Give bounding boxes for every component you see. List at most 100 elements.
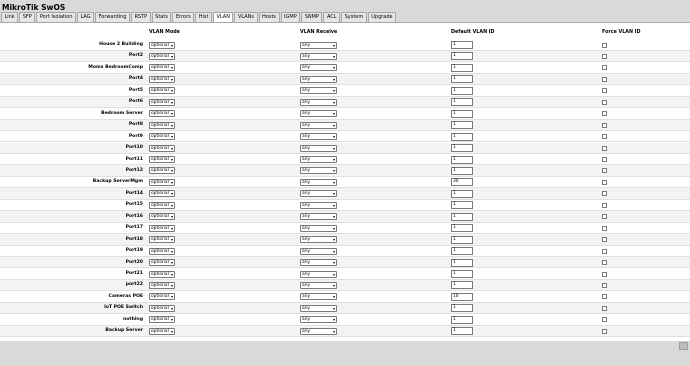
vlan-receive-select[interactable]: any ▾ — [300, 156, 337, 163]
vlan-receive-select[interactable]: any ▾ — [300, 75, 337, 83]
vlan-receive-select[interactable]: any ▾ — [300, 190, 337, 198]
vlan-mode-select[interactable]: optional ▾ — [149, 110, 175, 118]
vlan-receive-select[interactable]: any ▾ — [300, 316, 337, 324]
force-vlan-id-checkbox[interactable] — [602, 42, 607, 48]
vlan-receive-select[interactable]: any ▾ — [300, 110, 337, 118]
vlan-mode-select[interactable]: optional ▾ — [149, 178, 175, 186]
vlan-receive-select[interactable]: any ▾ — [300, 236, 337, 244]
default-vlan-id-input[interactable]: 1 — [451, 166, 473, 175]
vlan-mode-select[interactable]: optional ▾ — [149, 236, 175, 244]
tab-port-isolation[interactable]: Port Isolation — [36, 12, 76, 22]
force-vlan-id-checkbox[interactable] — [602, 111, 607, 117]
vlan-receive-select[interactable]: any ▾ — [300, 270, 337, 278]
force-vlan-id-checkbox[interactable] — [602, 248, 607, 254]
force-vlan-id-checkbox[interactable] — [602, 122, 607, 128]
vlan-mode-select[interactable]: optional ▾ — [149, 224, 175, 232]
tab-lag[interactable]: LAG — [77, 12, 95, 22]
default-vlan-id-input[interactable]: 1 — [451, 189, 473, 198]
default-vlan-id-input[interactable]: 1 — [451, 86, 473, 95]
vlan-receive-select[interactable]: any ▾ — [300, 167, 337, 175]
vlan-mode-select[interactable]: optional ▾ — [149, 270, 175, 278]
default-vlan-id-input[interactable]: 1 — [451, 109, 473, 118]
vlan-mode-select[interactable]: optional ▾ — [149, 247, 175, 255]
vlan-receive-select[interactable]: any ▾ — [300, 201, 337, 209]
tab-link[interactable]: Link — [1, 12, 19, 22]
tab-stats[interactable]: Stats — [151, 12, 172, 22]
default-vlan-id-input[interactable]: 1 — [451, 63, 473, 72]
vlan-mode-select[interactable]: optional ▾ — [149, 144, 175, 152]
vlan-receive-select[interactable]: any ▾ — [300, 133, 337, 141]
default-vlan-id-input[interactable]: 10 — [451, 292, 473, 301]
tab-hist[interactable]: Hist — [195, 12, 212, 22]
vlan-receive-select[interactable]: any ▾ — [300, 327, 337, 335]
vlan-mode-select[interactable]: optional ▾ — [149, 201, 175, 209]
default-vlan-id-input[interactable]: 1 — [451, 41, 473, 49]
vlan-receive-select[interactable]: any ▾ — [300, 213, 337, 221]
force-vlan-id-checkbox[interactable] — [602, 282, 607, 288]
vlan-mode-select[interactable]: optional ▾ — [149, 281, 175, 289]
force-vlan-id-checkbox[interactable] — [602, 237, 607, 243]
force-vlan-id-checkbox[interactable] — [602, 179, 607, 185]
vlan-mode-select[interactable]: optional ▾ — [149, 293, 175, 301]
force-vlan-id-checkbox[interactable] — [602, 294, 607, 300]
force-vlan-id-checkbox[interactable] — [602, 271, 607, 277]
vlan-mode-select[interactable]: optional ▾ — [149, 190, 175, 198]
default-vlan-id-input[interactable]: 30 — [451, 178, 473, 187]
tab-hosts[interactable]: Hosts — [258, 12, 280, 22]
default-vlan-id-input[interactable]: 1 — [451, 327, 473, 336]
vlan-mode-select[interactable]: optional ▾ — [149, 121, 175, 129]
tab-snmp[interactable]: SNMP — [301, 12, 323, 22]
force-vlan-id-checkbox[interactable] — [602, 260, 607, 266]
vlan-mode-select[interactable]: optional ▾ — [149, 327, 175, 335]
vlan-receive-select[interactable]: any ▾ — [300, 64, 337, 72]
vlan-mode-select[interactable]: optional ▾ — [149, 259, 175, 267]
default-vlan-id-input[interactable]: 1 — [451, 224, 473, 233]
force-vlan-id-checkbox[interactable] — [602, 76, 607, 82]
force-vlan-id-checkbox[interactable] — [602, 168, 607, 174]
force-vlan-id-checkbox[interactable] — [602, 88, 607, 94]
vlan-mode-select[interactable]: optional ▾ — [149, 167, 175, 175]
default-vlan-id-input[interactable]: 1 — [451, 258, 473, 267]
vlan-mode-select[interactable]: optional ▾ — [149, 41, 175, 49]
vlan-receive-select[interactable]: any ▾ — [300, 41, 337, 49]
vlan-mode-select[interactable]: optional ▾ — [149, 156, 175, 163]
default-vlan-id-input[interactable]: 1 — [451, 212, 473, 221]
force-vlan-id-checkbox[interactable] — [602, 328, 607, 334]
vlan-receive-select[interactable]: any ▾ — [300, 224, 337, 232]
scroll-button[interactable] — [679, 342, 688, 350]
vlan-receive-select[interactable]: any ▾ — [300, 281, 337, 289]
vlan-mode-select[interactable]: optional ▾ — [149, 304, 175, 312]
vlan-receive-select[interactable]: any ▾ — [300, 178, 337, 186]
vlan-receive-select[interactable]: any ▾ — [300, 98, 337, 106]
default-vlan-id-input[interactable]: 1 — [451, 52, 473, 61]
vlan-receive-select[interactable]: any ▾ — [300, 259, 337, 267]
force-vlan-id-checkbox[interactable] — [602, 145, 607, 151]
tab-forwarding[interactable]: Forwarding — [95, 12, 130, 22]
tab-acl[interactable]: ACL — [323, 12, 341, 22]
vlan-receive-select[interactable]: any ▾ — [300, 121, 337, 129]
default-vlan-id-input[interactable]: 1 — [451, 281, 473, 290]
force-vlan-id-checkbox[interactable] — [602, 65, 607, 71]
vlan-receive-select[interactable]: any ▾ — [300, 52, 337, 60]
tab-upgrade[interactable]: Upgrade — [367, 12, 397, 22]
force-vlan-id-checkbox[interactable] — [602, 317, 607, 323]
force-vlan-id-checkbox[interactable] — [602, 202, 607, 208]
default-vlan-id-input[interactable]: 1 — [451, 201, 473, 210]
vlan-receive-select[interactable]: any ▾ — [300, 144, 337, 152]
default-vlan-id-input[interactable]: 1 — [451, 98, 473, 107]
default-vlan-id-input[interactable]: 1 — [451, 132, 473, 141]
force-vlan-id-checkbox[interactable] — [602, 225, 607, 231]
default-vlan-id-input[interactable]: 1 — [451, 75, 473, 84]
default-vlan-id-input[interactable]: 1 — [451, 315, 473, 324]
default-vlan-id-input[interactable]: 1 — [451, 144, 473, 153]
force-vlan-id-checkbox[interactable] — [602, 157, 607, 162]
vlan-mode-select[interactable]: optional ▾ — [149, 316, 175, 324]
tab-vlans[interactable]: VLANs — [234, 12, 258, 22]
vlan-receive-select[interactable]: any ▾ — [300, 293, 337, 301]
default-vlan-id-input[interactable]: 1 — [451, 304, 473, 313]
default-vlan-id-input[interactable]: 1 — [451, 155, 473, 164]
vlan-mode-select[interactable]: optional ▾ — [149, 213, 175, 221]
vlan-mode-select[interactable]: optional ▾ — [149, 98, 175, 106]
vlan-receive-select[interactable]: any ▾ — [300, 304, 337, 312]
force-vlan-id-checkbox[interactable] — [602, 99, 607, 105]
